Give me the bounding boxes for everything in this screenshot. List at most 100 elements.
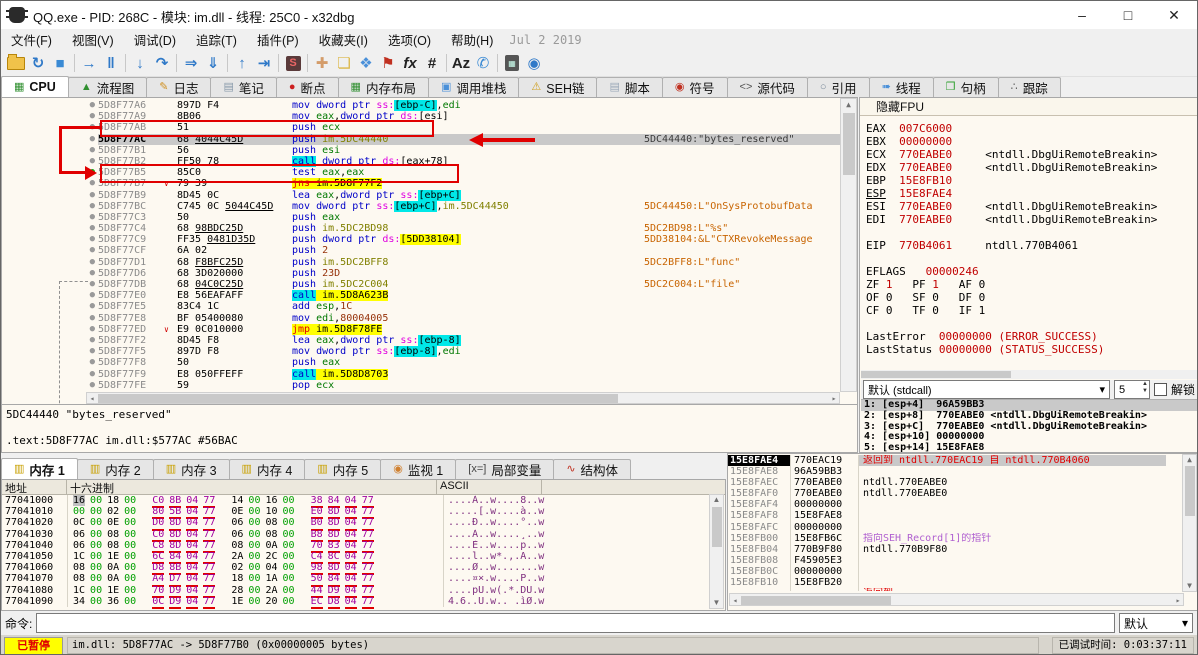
disasm-row[interactable]: ● 5D8F77B2 FF50 78 call dword ptr ds:[eax+…: [2, 155, 840, 167]
disasm-row[interactable]: ● 5D8F77ED ∨ E9 0C010000 jmp im.5D8F78FE: [2, 323, 840, 335]
registers-panel[interactable]: 隐藏FPU EAX 007C6000 EBX 00000000 ECX 770EAB…: [859, 97, 1197, 453]
memory-dump-row[interactable]: 77041000 16 00 18 00 C0 8B 04 77 14 00 16 00 38 84 04 77…: [2, 495, 725, 509]
hash-icon[interactable]: #: [421, 52, 443, 74]
disasm-row[interactable]: ● 5D8F77B5 85C0 test eax,eax: [2, 167, 840, 178]
bookmark-icon[interactable]: ⚑: [377, 52, 399, 74]
tab-log[interactable]: ✎ 日志: [146, 77, 212, 97]
menu-item-视图V[interactable]: 视图(V): [62, 34, 124, 48]
stack-row[interactable]: 15E8FAE4 770EAC19 返回到 ntdll.770EAC19 自 ntd…: [728, 455, 1166, 467]
stack-row[interactable]: 返回到: [728, 588, 1166, 591]
disasm-row[interactable]: ● 5D8F77AC 68 4044C45D push im.5DC44440 5DC…: [2, 133, 840, 145]
breakpoint-dot[interactable]: ●: [2, 100, 98, 111]
disasm-row[interactable]: ● 5D8F77F2 8D45 F8 lea eax,dword ptr ss:[e…: [2, 334, 840, 346]
close-button[interactable]: ✕: [1151, 1, 1197, 29]
disasm-row[interactable]: ● 5D8F77E0 E8 56EAFAFF call im.5D8A623B: [2, 290, 840, 302]
disasm-row[interactable]: ● 5D8F77E8 BF 05400080 mov edi,80004005: [2, 313, 840, 324]
memory-dump-row[interactable]: 77041030 06 00 08 00 C0 8D 04 77 06 00 08 00 B8 8D 04 77…: [2, 528, 725, 542]
tab-graph[interactable]: ▲ 流程图: [67, 77, 148, 97]
disasm-row[interactable]: ● 5D8F77C3 50 push eax: [2, 212, 840, 223]
stop-icon[interactable]: ■: [49, 52, 71, 74]
memory-dump-row[interactable]: 77041050 1C 00 1E 00 6C 84 04 77 2A 00 2C 00 C4 8C 04 77…: [2, 550, 725, 565]
menu-item-选项O[interactable]: 选项(O): [378, 34, 441, 48]
menu-item-调试D[interactable]: 调试(D): [124, 34, 186, 48]
tab-script[interactable]: ▤ 脚本: [596, 77, 663, 97]
stack-row[interactable]: 15E8FAE8 96A59BB3: [728, 466, 1166, 478]
tab-dump-1[interactable]: ▥ 内存 1: [1, 458, 78, 479]
breakpoint-dot[interactable]: ●: [2, 111, 98, 122]
tab-memory-map[interactable]: ▦ 内存布局: [337, 77, 429, 97]
breakpoint-dot[interactable]: ●: [2, 335, 98, 346]
stack-row[interactable]: 15E8FAF8 15E8FAE8: [728, 510, 1166, 522]
calling-convention-select[interactable]: 默认 (stdcall) ▾: [863, 380, 1110, 399]
menu-item-追踪T[interactable]: 追踪(T): [186, 34, 247, 48]
stack-row[interactable]: 15E8FB10 15E8FB20: [728, 577, 1166, 589]
memory-dump-panel[interactable]: 地址 十六进制 ASCII 77041000 16 00 18 00 C0 8B 04 77 14…: [1, 479, 726, 611]
breakpoint-dot[interactable]: ●: [2, 178, 98, 189]
tab-seh[interactable]: ⚠ SEH链: [518, 77, 598, 97]
breakpoint-dot[interactable]: ●: [2, 290, 98, 301]
disasm-vscrollbar[interactable]: ▲: [840, 98, 857, 392]
breakpoint-dot[interactable]: ●: [2, 268, 98, 279]
breakpoint-dot[interactable]: ●: [2, 257, 98, 268]
disasm-row[interactable]: ● 5D8F77CF 6A 02 push 2: [2, 245, 840, 256]
tab-dump-3[interactable]: ▥ 内存 3: [152, 459, 230, 479]
patch-icon[interactable]: ✚: [311, 52, 333, 74]
stack-row[interactable]: 15E8FB04 770B9F80 ntdll.770B9F80: [728, 543, 1166, 555]
comments-icon[interactable]: ❏: [333, 52, 355, 74]
disasm-row[interactable]: ● 5D8F77E5 83C4 1C add esp,1C: [2, 301, 840, 312]
labels-icon[interactable]: ❖: [355, 52, 377, 74]
breakpoint-dot[interactable]: ●: [2, 134, 98, 145]
pause-icon[interactable]: ‖: [100, 52, 122, 74]
run-to-user-code-icon[interactable]: ⇥: [253, 52, 275, 74]
run-to-selection-icon[interactable]: ⇒: [180, 52, 202, 74]
memory-dump-row[interactable]: 77041060 08 00 0A 00 D8 8B 04 77 02 00 04 00 98 8D 04 77…: [2, 562, 725, 576]
tab-references[interactable]: ○ 引用: [806, 77, 870, 97]
disasm-hscrollbar[interactable]: ◂ ▸: [86, 392, 840, 404]
breakpoint-dot[interactable]: ●: [2, 313, 98, 324]
stack-row[interactable]: 15E8FAF0 770EABE0 ntdll.770EABE0: [728, 488, 1166, 500]
menu-item-文件F[interactable]: 文件(F): [1, 34, 62, 48]
disasm-row[interactable]: ● 5D8F77F5 897D F8 mov dword ptr ss:[ebp-8…: [2, 346, 840, 358]
tab-handles[interactable]: ❒ 句柄: [932, 77, 999, 97]
disasm-row[interactable]: ● 5D8F77F9 E8 050FFEFF call im.5D8D8703: [2, 368, 840, 380]
tab-dump-4[interactable]: ▥ 内存 4: [228, 459, 306, 479]
tab-call-stack[interactable]: ▣ 调用堆栈: [427, 77, 520, 97]
stack-panel[interactable]: 15E8FAE4 770EAC19 返回到 ntdll.770EAC19 自 ntd…: [727, 453, 1197, 611]
memory-dump-row[interactable]: 77041010 00 00 02 00 80 5B 04 77 0E 00 10 00 E0 8D 04 77…: [2, 506, 725, 520]
command-script-select[interactable]: 默认 ▾: [1119, 613, 1193, 633]
minimize-button[interactable]: –: [1059, 1, 1105, 29]
calculator-icon[interactable]: ▦: [501, 52, 523, 74]
tab-struct[interactable]: ∿ 结构体: [553, 459, 632, 479]
unlock-checkbox[interactable]: [1153, 383, 1167, 396]
disasm-row[interactable]: ● 5D8F77A6 897D F4 mov dword ptr ss:[ebp-C…: [2, 100, 840, 111]
run-icon[interactable]: →: [78, 52, 100, 74]
globe-icon[interactable]: ◉: [523, 52, 545, 74]
strings-icon[interactable]: Az: [450, 52, 472, 74]
breakpoint-dot[interactable]: ●: [2, 234, 98, 245]
call-arguments-list[interactable]: 1: [esp+4] 96A59BB3 2: [esp+8] 770EABE0 <…: [861, 399, 1197, 452]
stack-hscrollbar[interactable]: ◂ ▸: [729, 593, 1184, 606]
step-over-icon[interactable]: ↷: [151, 52, 173, 74]
breakpoint-dot[interactable]: ●: [2, 301, 98, 312]
restart-icon[interactable]: ↻: [27, 52, 49, 74]
call-argument-row[interactable]: 5: [esp+14] 15E8FAE8: [861, 442, 1197, 452]
tab-dump-5[interactable]: ▥ 内存 5: [304, 459, 382, 479]
maximize-button[interactable]: □: [1105, 1, 1151, 29]
execute-till-return-icon[interactable]: ⇓: [202, 52, 224, 74]
disasm-row[interactable]: ● 5D8F77AB 51 push ecx: [2, 122, 840, 133]
disasm-row[interactable]: ● 5D8F77D6 68 3D020000 push 23D: [2, 268, 840, 279]
disasm-row[interactable]: ● 5D8F77B9 8D45 0C lea eax,dword ptr ss:[e…: [2, 189, 840, 201]
breakpoint-dot[interactable]: ●: [2, 380, 98, 391]
breakpoint-dot[interactable]: ●: [2, 190, 98, 201]
breakpoint-dot[interactable]: ●: [2, 167, 98, 178]
breakpoint-dot[interactable]: ●: [2, 212, 98, 223]
memory-vscrollbar[interactable]: ▲ ▼: [709, 494, 724, 609]
memory-dump-row[interactable]: 77041040 06 00 08 00 C8 8D 04 77 08 00 0A 00 70 83 04 77…: [2, 539, 725, 553]
functions-icon[interactable]: fx: [399, 52, 421, 74]
registers-hscrollbar[interactable]: [861, 370, 1197, 379]
memory-dump-row[interactable]: 77041080 1C 00 1E 00 70 D9 04 77 28 00 2A 00 44 D9 04 77…: [2, 584, 725, 598]
stack-row[interactable]: 15E8FAFC 00000000: [728, 521, 1166, 533]
disasm-row[interactable]: ● 5D8F77C9 FF35 0481D35D push dword ptr ds…: [2, 234, 840, 246]
breakpoint-dot[interactable]: ●: [2, 369, 98, 380]
disassembly-panel[interactable]: ● 5D8F77A6 897D F4 mov dword ptr ss:[ebp-C…: [1, 97, 858, 453]
